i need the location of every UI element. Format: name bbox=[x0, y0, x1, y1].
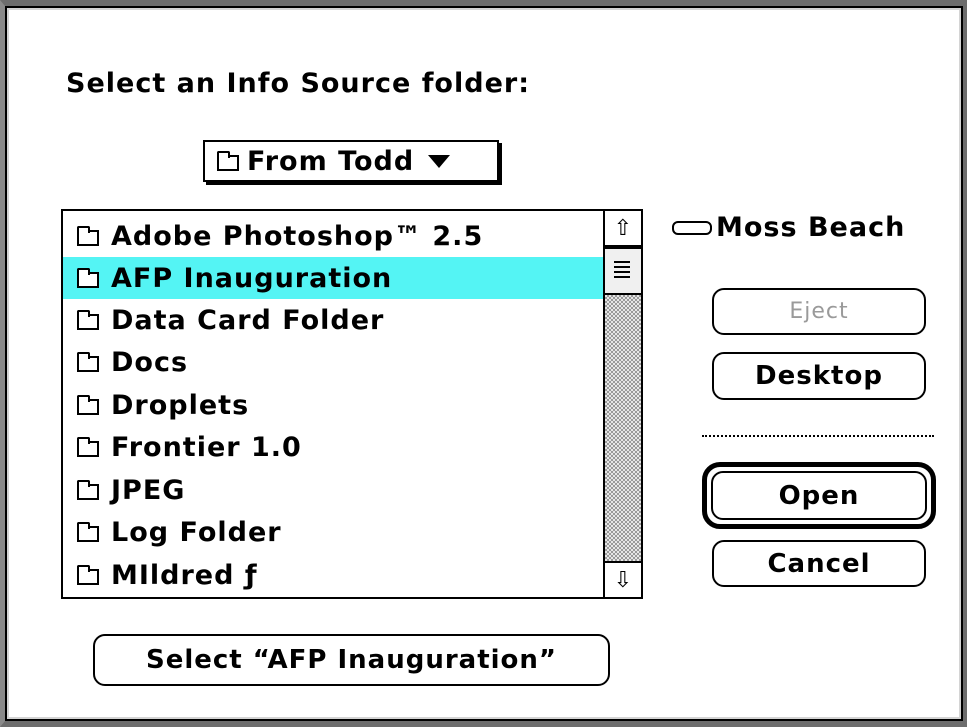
popup-label: From Todd bbox=[247, 145, 415, 177]
folder-icon bbox=[77, 352, 99, 372]
eject-button[interactable]: Eject bbox=[712, 288, 926, 335]
list-item[interactable]: Log Folder bbox=[63, 511, 603, 553]
list-item-label: Droplets bbox=[111, 389, 250, 421]
list-item-label: Adobe Photoshop™ 2.5 bbox=[111, 220, 484, 252]
select-folder-button[interactable]: Select “AFP Inauguration” bbox=[93, 634, 610, 686]
scroll-down-arrow-icon[interactable]: ⇩ bbox=[605, 561, 641, 597]
list-item[interactable]: Frontier 1.0 bbox=[63, 426, 603, 468]
list-item-label: Data Card Folder bbox=[111, 304, 385, 336]
folder-icon bbox=[77, 437, 99, 457]
folder-icon bbox=[77, 480, 99, 500]
folder-icon bbox=[77, 226, 99, 246]
folder-icon bbox=[77, 522, 99, 542]
list-item-label: Log Folder bbox=[111, 516, 282, 548]
list-item[interactable]: JPEG bbox=[63, 469, 603, 511]
file-list[interactable]: Adobe Photoshop™ 2.5 AFP Inauguration Da… bbox=[61, 209, 643, 599]
volume-label: Moss Beach bbox=[672, 212, 905, 243]
list-item-label: Docs bbox=[111, 346, 189, 378]
button-separator bbox=[702, 435, 934, 437]
folder-icon bbox=[77, 565, 99, 585]
desktop-button[interactable]: Desktop bbox=[712, 352, 926, 400]
list-item-label: AFP Inauguration bbox=[111, 262, 393, 294]
cancel-button[interactable]: Cancel bbox=[712, 540, 926, 587]
folder-popup-menu[interactable]: From Todd bbox=[203, 140, 499, 182]
list-item[interactable]: Adobe Photoshop™ 2.5 bbox=[63, 215, 603, 257]
scroll-thumb[interactable] bbox=[605, 247, 641, 295]
scroll-up-arrow-icon[interactable]: ⇧ bbox=[605, 211, 641, 247]
vertical-scrollbar[interactable]: ⇧ ⇩ bbox=[603, 211, 641, 597]
triangle-down-icon bbox=[428, 154, 451, 168]
list-item-label: MIldred ƒ bbox=[111, 559, 258, 591]
list-item[interactable]: Droplets bbox=[63, 384, 603, 426]
list-item[interactable]: Docs bbox=[63, 341, 603, 383]
open-button[interactable]: Open bbox=[711, 471, 927, 520]
list-item-label: Frontier 1.0 bbox=[111, 431, 302, 463]
list-item-selected[interactable]: AFP Inauguration bbox=[63, 257, 603, 299]
dialog-prompt: Select an Info Source folder: bbox=[66, 68, 530, 99]
folder-icon bbox=[77, 268, 99, 288]
list-item[interactable]: Data Card Folder bbox=[63, 299, 603, 341]
open-folder-icon bbox=[217, 151, 239, 171]
folder-icon bbox=[77, 395, 99, 415]
hard-disk-icon bbox=[672, 220, 712, 235]
volume-name: Moss Beach bbox=[716, 212, 906, 243]
list-item-label: JPEG bbox=[111, 474, 186, 506]
list-item[interactable]: MIldred ƒ bbox=[63, 554, 603, 596]
folder-icon bbox=[77, 310, 99, 330]
